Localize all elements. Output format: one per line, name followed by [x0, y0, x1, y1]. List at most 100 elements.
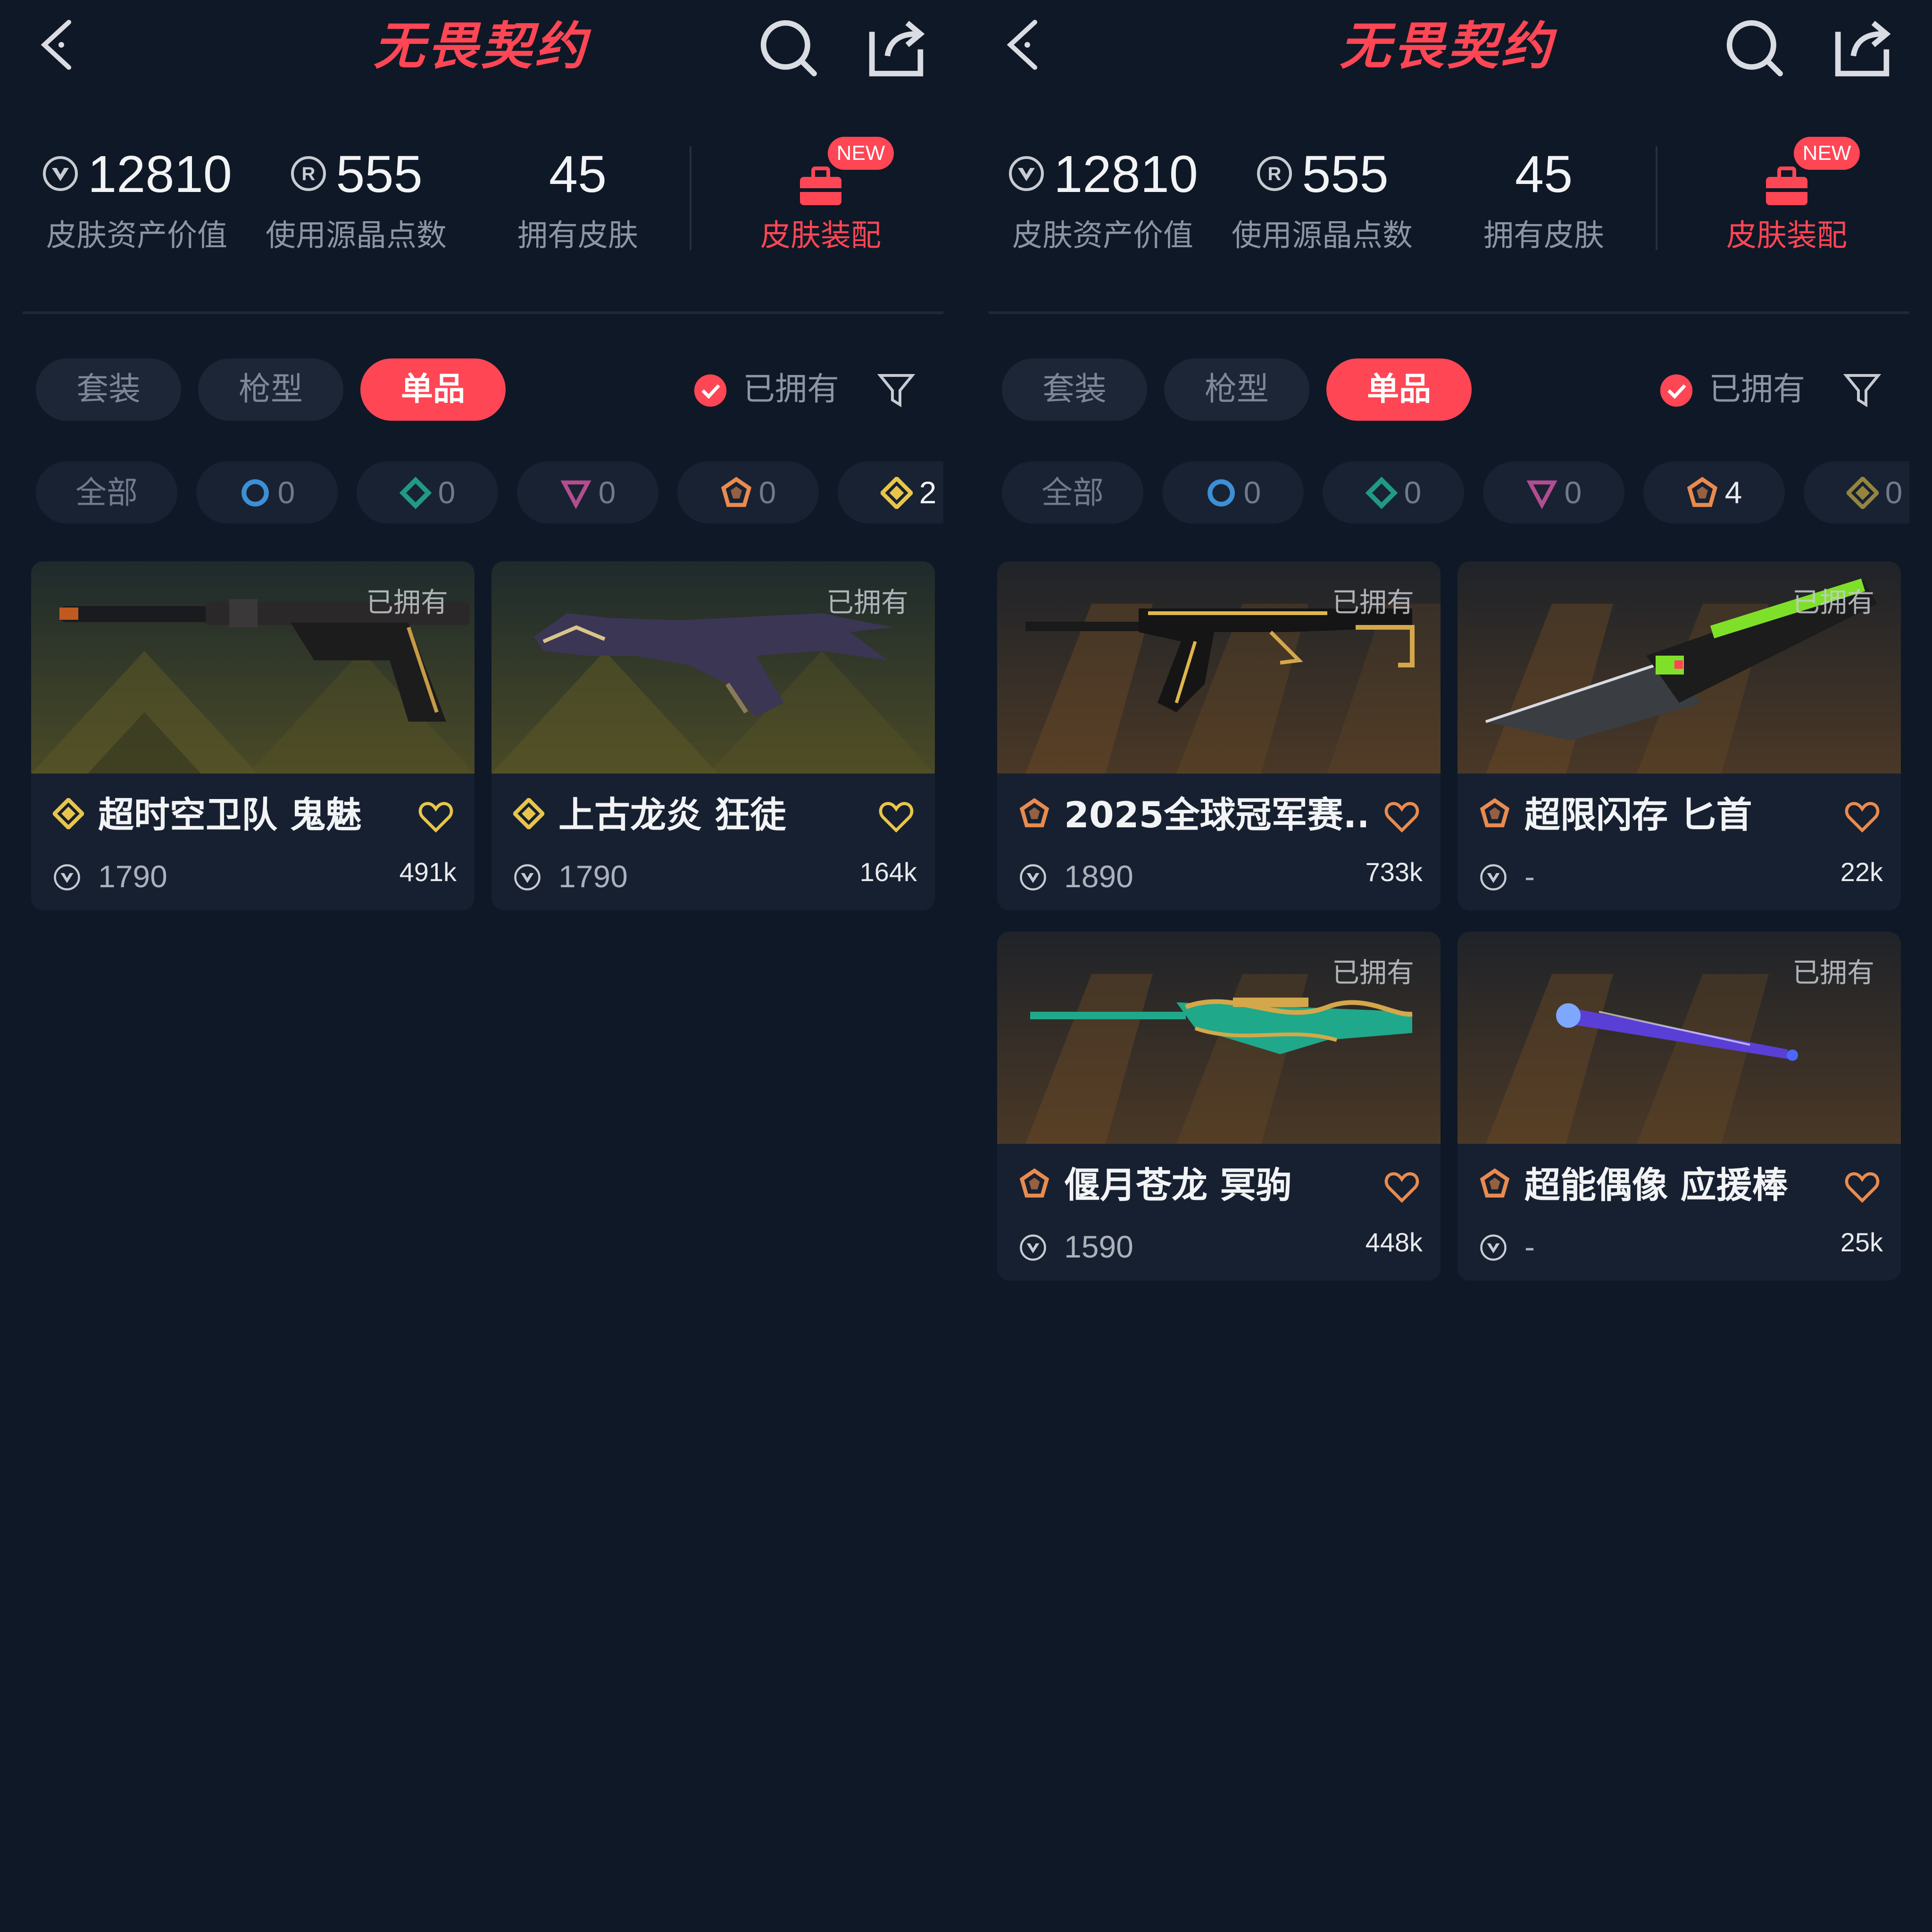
- skin-card[interactable]: 已拥有 超能偶像 应援棒 - 25k: [1457, 932, 1901, 1281]
- exclusive-tier-icon: [53, 798, 84, 829]
- stat-label: 使用源晶点数: [266, 218, 447, 253]
- tab-weapon-types[interactable]: 枪型: [198, 358, 343, 421]
- tier-chip-select[interactable]: 0: [196, 461, 338, 524]
- vp-coin-icon: [1019, 1233, 1047, 1262]
- tier-chip-label: 全部: [75, 475, 138, 510]
- category-tabs: 套装 枪型 单品 已拥有: [0, 358, 943, 425]
- skin-loadout-button[interactable]: NEW 皮肤装配: [722, 127, 920, 269]
- search-icon[interactable]: [755, 14, 821, 80]
- tab-bundles[interactable]: 套装: [36, 358, 181, 421]
- divider: [1656, 146, 1657, 250]
- skin-price: -: [1524, 1229, 1535, 1264]
- owned-tag: 已拥有: [1332, 586, 1414, 618]
- owned-tag: 已拥有: [826, 586, 908, 618]
- select-tier-icon: [239, 477, 271, 509]
- share-icon[interactable]: [1829, 14, 1895, 80]
- tier-chip-exclusive[interactable]: 2: [838, 461, 943, 524]
- search-icon[interactable]: [1721, 14, 1787, 80]
- heart-icon[interactable]: [1384, 800, 1420, 834]
- stat-radianite: 555 使用源晶点数: [257, 118, 455, 274]
- tier-chip-deluxe[interactable]: 0: [1323, 461, 1464, 524]
- back-icon[interactable]: [33, 14, 90, 75]
- tier-chip-ultra[interactable]: 0: [677, 461, 819, 524]
- stat-value: 555: [1302, 145, 1389, 203]
- skin-card[interactable]: 已拥有 超时空卫队 鬼魅 1790 491k: [31, 561, 475, 910]
- category-tabs: 套装 枪型 单品 已拥有: [966, 358, 1909, 425]
- tier-chip-count: 0: [438, 475, 456, 510]
- share-icon[interactable]: [863, 14, 929, 80]
- skin-name: 2025全球冠军赛...: [1064, 794, 1366, 836]
- owned-filter-label[interactable]: 已拥有: [1709, 358, 1822, 421]
- tier-chip-label: 全部: [1041, 475, 1104, 510]
- skin-loadout-button[interactable]: NEW 皮肤装配: [1688, 127, 1886, 269]
- tier-chip-count: 4: [1724, 475, 1742, 510]
- stat-value: 45: [1515, 145, 1573, 203]
- vp-coin-icon: [513, 863, 541, 891]
- heart-icon[interactable]: [418, 800, 454, 834]
- deluxe-tier-icon: [400, 477, 432, 509]
- like-count: 733k: [1365, 857, 1423, 887]
- ultra-tier-icon: [1479, 1168, 1510, 1199]
- stat-skin-value: 12810 皮肤资产价值: [1004, 118, 1202, 274]
- tier-chip-ultra[interactable]: 4: [1643, 461, 1785, 524]
- new-badge: NEW: [828, 137, 894, 170]
- tier-chip-deluxe[interactable]: 0: [357, 461, 498, 524]
- top-bar: 无畏契约: [966, 0, 1909, 94]
- ultra-tier-icon: [720, 477, 752, 509]
- tier-chip-all[interactable]: 全部: [1002, 461, 1143, 524]
- skin-price: 1790: [98, 859, 167, 894]
- skin-card[interactable]: 已拥有 上古龙炎 狂徒 1790 164k: [491, 561, 935, 910]
- tier-chip-exclusive[interactable]: 0: [1804, 461, 1909, 524]
- filter-icon[interactable]: [877, 371, 915, 408]
- tier-chip-count: 0: [1243, 475, 1261, 510]
- heart-icon[interactable]: [1844, 800, 1880, 834]
- owned-tag: 已拥有: [1332, 957, 1414, 989]
- tier-chip-count: 0: [277, 475, 295, 510]
- vp-coin-icon: [53, 863, 81, 891]
- filter-icon[interactable]: [1843, 371, 1881, 408]
- tab-bundles[interactable]: 套装: [1002, 358, 1147, 421]
- tier-chip-all[interactable]: 全部: [36, 461, 177, 524]
- like-count: 25k: [1840, 1227, 1883, 1257]
- tab-weapon-types[interactable]: 枪型: [1164, 358, 1309, 421]
- heart-icon[interactable]: [1844, 1170, 1880, 1204]
- divider: [690, 146, 691, 250]
- stat-value: 45: [549, 145, 607, 203]
- new-badge: NEW: [1794, 137, 1860, 170]
- top-bar: 无畏契约: [0, 0, 943, 94]
- tab-single-items[interactable]: 单品: [360, 358, 506, 421]
- heart-icon[interactable]: [878, 800, 914, 834]
- app-logo: 无畏契约: [373, 17, 589, 76]
- tier-chip-count: 0: [1885, 475, 1903, 510]
- skin-card[interactable]: 已拥有 2025全球冠军赛... 1890 733k: [997, 561, 1441, 910]
- briefcase-icon: [1766, 167, 1807, 205]
- tier-filter-row: 全部 0 0 0 0 2: [0, 461, 943, 527]
- owned-tag: 已拥有: [1792, 957, 1874, 989]
- briefcase-icon: [800, 167, 841, 205]
- stat-value: 555: [336, 145, 423, 203]
- tab-single-items[interactable]: 单品: [1326, 358, 1472, 421]
- tier-chip-premium[interactable]: 0: [1483, 461, 1624, 524]
- tier-chip-count: 2: [919, 475, 937, 510]
- skin-card[interactable]: 已拥有 偃月苍龙 冥驹 1590 448k: [997, 932, 1441, 1281]
- stat-owned-skins: 45 拥有皮肤: [1445, 118, 1643, 274]
- heart-icon[interactable]: [1384, 1170, 1420, 1204]
- vp-coin-icon: [1479, 863, 1507, 891]
- left-screen: 无畏契约 12810 皮肤资产价值 555 使用源晶点数 45 拥有皮肤 NEW…: [0, 0, 943, 1932]
- stat-radianite: 555 使用源晶点数: [1223, 118, 1421, 274]
- stats-row: 12810 皮肤资产价值 555 使用源晶点数 45 拥有皮肤 NEW 皮肤装配: [966, 118, 1909, 288]
- tier-chip-premium[interactable]: 0: [517, 461, 658, 524]
- tier-chip-count: 0: [758, 475, 776, 510]
- skin-card[interactable]: 已拥有 超限闪存 匕首 - 22k: [1457, 561, 1901, 910]
- skin-price: 1790: [558, 859, 628, 894]
- owned-check-icon[interactable]: [693, 374, 727, 408]
- radianite-icon: [290, 155, 327, 192]
- back-icon[interactable]: [999, 14, 1056, 75]
- tier-chip-select[interactable]: 0: [1162, 461, 1304, 524]
- owned-tag: 已拥有: [366, 586, 448, 618]
- skin-name: 超能偶像 应援棒: [1524, 1164, 1788, 1206]
- owned-filter-label[interactable]: 已拥有: [743, 358, 856, 421]
- skin-loadout-label: 皮肤装配: [760, 218, 881, 253]
- owned-check-icon[interactable]: [1659, 374, 1693, 408]
- tier-filter-row: 全部 0 0 0 4 0: [966, 461, 1909, 527]
